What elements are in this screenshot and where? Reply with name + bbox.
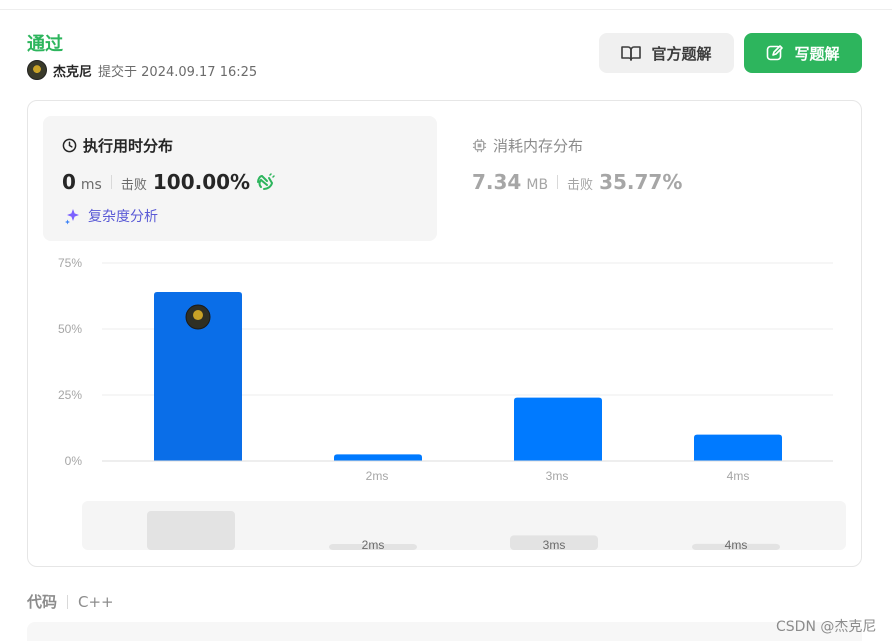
code-block[interactable]: [27, 622, 862, 641]
memory-title[interactable]: 消耗内存分布: [472, 135, 583, 156]
clock-icon: [62, 138, 77, 153]
watermark: CSDN @杰克尼: [776, 619, 877, 635]
top-divider: [0, 9, 892, 10]
metric-separator: [110, 175, 112, 189]
chip-icon: [472, 138, 487, 153]
runtime-unit: ms: [80, 177, 102, 193]
metric-separator: [557, 175, 559, 189]
code-separator: [67, 594, 69, 609]
write-solution-label: 写题解: [794, 44, 840, 63]
code-header: 代码 C++: [27, 591, 114, 612]
write-solution-button[interactable]: 写题解: [744, 33, 862, 73]
mini-chart-bar: [692, 543, 780, 550]
runtime-value: 0: [62, 170, 76, 194]
chart-bar[interactable]: [694, 434, 782, 461]
sparkle-icon: [65, 209, 79, 225]
official-solution-button[interactable]: 官方题解: [599, 33, 734, 73]
memory-beat-value: 35.77%: [599, 170, 683, 194]
runtime-title: 执行用时分布: [62, 135, 173, 156]
code-language: C++: [78, 592, 114, 611]
chart-bar[interactable]: [334, 454, 422, 461]
avatar[interactable]: [27, 60, 47, 80]
runtime-beat-value: 100.00%: [152, 170, 251, 194]
mini-chart-bar: [510, 535, 598, 550]
memory-title-text: 消耗内存分布: [493, 137, 584, 155]
code-label: 代码: [27, 593, 58, 611]
memory-unit: MB: [526, 177, 549, 193]
mini-chart-bar: [147, 511, 235, 550]
complexity-analysis-label: 复杂度分析: [88, 209, 158, 225]
memory-metric: 7.34 MB 击败 35.77%: [472, 170, 682, 194]
mini-chart-bar: [329, 544, 417, 550]
clap-icon: [257, 173, 275, 190]
chart-bar[interactable]: [154, 292, 242, 461]
complexity-analysis-link[interactable]: 复杂度分析: [64, 206, 158, 226]
book-icon: [621, 46, 642, 61]
runtime-metric: 0 ms 击败 100.00%: [62, 170, 275, 194]
edit-icon: [767, 45, 784, 61]
chart-bar[interactable]: [514, 397, 602, 461]
memory-value: 7.34: [472, 170, 522, 194]
submit-time: 提交于 2024.09.17 16:25: [98, 64, 258, 80]
submission-status: 通过: [27, 34, 63, 55]
memory-beat-label: 击败: [567, 178, 594, 193]
runtime-beat-label: 击败: [120, 178, 147, 193]
username[interactable]: 杰克尼: [53, 61, 92, 80]
submitter-info: 杰克尼 提交于 2024.09.17 16:25: [27, 60, 257, 80]
runtime-title-text: 执行用时分布: [83, 137, 174, 155]
official-solution-label: 官方题解: [651, 44, 712, 63]
